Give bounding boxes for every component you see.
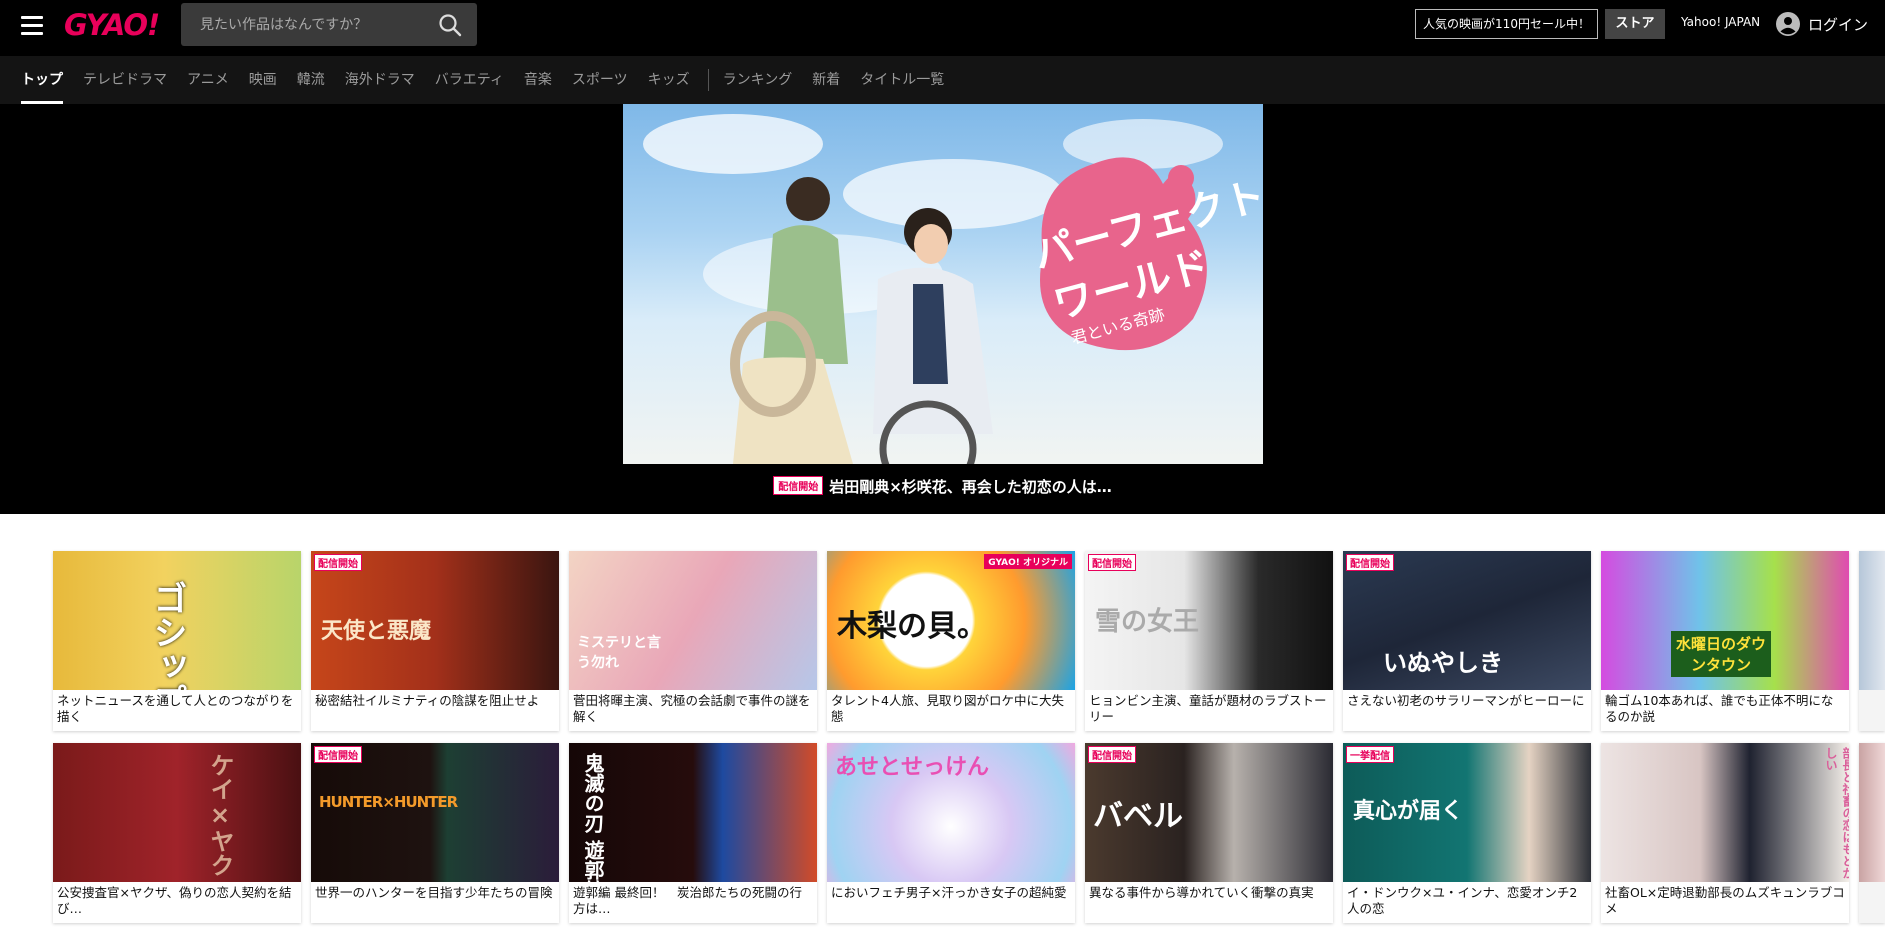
hero-caption-link[interactable]: 配信開始 岩田剛典×杉咲花、再会した初恋の人は… bbox=[0, 476, 1885, 497]
card-badge: 配信開始 bbox=[314, 554, 362, 571]
tab-top[interactable]: トップ bbox=[21, 56, 63, 104]
card-thumbnail: ゴシップ bbox=[53, 551, 301, 690]
content-card[interactable]: ゴシップ ネットニュースを通して人とのつながりを描く bbox=[53, 551, 301, 731]
store-button[interactable]: ストア bbox=[1605, 9, 1665, 39]
card-title: イ・ドンウク×ユ・インナ、恋愛オンチ2人の恋 bbox=[1347, 885, 1578, 916]
hero-section: パーフェクト ワールド 君といる奇跡 配信開始 岩田剛典×杉咲花、再会した初恋の人… bbox=[0, 104, 1885, 514]
tab-tv-drama[interactable]: テレビドラマ bbox=[83, 56, 167, 104]
content-card[interactable]: 部長と社畜の恋はもどかしい 社畜OL×定時退勤部長のムズキュンラブコメ bbox=[1601, 743, 1849, 923]
tab-anime[interactable]: アニメ bbox=[187, 56, 229, 104]
tab-variety[interactable]: バラエティ bbox=[435, 56, 504, 104]
content-card-partial[interactable] bbox=[1859, 743, 1885, 923]
tab-ranking[interactable]: ランキング bbox=[723, 56, 793, 104]
content-card[interactable]: ケイ×ヤク 公安捜査官×ヤクザ、偽りの恋人契約を結び… bbox=[53, 743, 301, 923]
content-card[interactable]: バベル 配信開始 異なる事件から導かれていく衝撃の真実 bbox=[1085, 743, 1333, 923]
card-title: 輪ゴム10本あれば、誰でも正体不明になるのか説 bbox=[1605, 693, 1834, 724]
hero-banner[interactable]: パーフェクト ワールド 君といる奇跡 bbox=[623, 104, 1263, 464]
card-title: 公安捜査官×ヤクザ、偽りの恋人契約を結び… bbox=[57, 885, 292, 916]
card-thumbnail: HUNTER×HUNTER 配信開始 bbox=[311, 743, 559, 882]
card-title: さえない初老のサラリーマンがヒーローに bbox=[1347, 693, 1585, 708]
card-title: 菅田将暉主演、究極の会話劇で事件の謎を解く bbox=[573, 693, 811, 724]
gyao-logo[interactable]: GYAO! bbox=[64, 8, 160, 42]
yahoo-japan-link[interactable]: Yahoo! JAPAN bbox=[1681, 15, 1760, 29]
card-title: 遊郭編 最終回！ 炭治郎たちの死闘の行方は… bbox=[573, 885, 802, 916]
card-thumbnail: バベル 配信開始 bbox=[1085, 743, 1333, 882]
card-badge: 配信開始 bbox=[1088, 554, 1136, 571]
category-nav: トップ テレビドラマ アニメ 映画 韓流 海外ドラマ バラエティ 音楽 スポーツ… bbox=[0, 56, 1885, 104]
tab-sports[interactable]: スポーツ bbox=[572, 56, 628, 104]
nav-divider bbox=[707, 69, 709, 91]
top-bar: GYAO! 人気の映画が110円セール中！ ストア Yahoo! JAPAN ロ… bbox=[0, 0, 1885, 56]
card-thumbnail: 部長と社畜の恋はもどかしい bbox=[1601, 743, 1849, 882]
user-icon bbox=[1776, 12, 1800, 36]
content-card[interactable]: HUNTER×HUNTER 配信開始 世界一のハンターを目指す少年たちの冒険 bbox=[311, 743, 559, 923]
card-thumbnail: 鬼滅の刃 遊郭編 bbox=[569, 743, 817, 882]
card-badge: 配信開始 bbox=[314, 746, 362, 763]
search-box bbox=[181, 3, 477, 46]
search-input[interactable] bbox=[181, 3, 421, 46]
tab-title-list[interactable]: タイトル一覧 bbox=[860, 56, 944, 104]
card-badge: 一挙配信 bbox=[1346, 746, 1394, 763]
card-title: 世界一のハンターを目指す少年たちの冒険 bbox=[315, 885, 553, 900]
card-thumbnail: 水曜日のダウンタウン bbox=[1601, 551, 1849, 690]
tab-kids[interactable]: キッズ bbox=[648, 56, 690, 104]
tab-new[interactable]: 新着 bbox=[812, 56, 840, 104]
content-card-partial[interactable] bbox=[1859, 551, 1885, 731]
card-badge: 配信開始 bbox=[1088, 746, 1136, 763]
hero-artwork: パーフェクト ワールド 君といる奇跡 bbox=[643, 114, 1263, 464]
sale-promo-link[interactable]: 人気の映画が110円セール中！ bbox=[1415, 9, 1598, 39]
search-icon[interactable] bbox=[437, 12, 463, 38]
content-card[interactable]: 雪の女王 配信開始 ヒョンビン主演、童話が題材のラブストーリー bbox=[1085, 551, 1333, 731]
hamburger-menu-icon[interactable] bbox=[21, 16, 43, 36]
hero-badge: 配信開始 bbox=[773, 476, 824, 495]
content-card[interactable]: あせとせっけん においフェチ男子×汗っかき女子の超純愛 bbox=[827, 743, 1075, 923]
card-title: 社畜OL×定時退勤部長のムズキュンラブコメ bbox=[1605, 885, 1845, 916]
card-title: ネットニュースを通して人とのつながりを描く bbox=[57, 693, 294, 724]
card-title: においフェチ男子×汗っかき女子の超純愛 bbox=[831, 885, 1067, 900]
card-badge: GYAO! オリジナル bbox=[984, 554, 1072, 569]
tab-music[interactable]: 音楽 bbox=[524, 56, 552, 104]
content-card[interactable]: いぬやしき 配信開始 さえない初老のサラリーマンがヒーローに bbox=[1343, 551, 1591, 731]
content-card[interactable]: 鬼滅の刃 遊郭編 遊郭編 最終回！ 炭治郎たちの死闘の行方は… bbox=[569, 743, 817, 923]
content-card[interactable]: 真心が届く 一挙配信 イ・ドンウク×ユ・インナ、恋愛オンチ2人の恋 bbox=[1343, 743, 1591, 923]
login-button[interactable]: ログイン bbox=[1776, 11, 1868, 37]
card-title: 異なる事件から導かれていく衝撃の真実 bbox=[1089, 885, 1314, 900]
card-title: ヒョンビン主演、童話が題材のラブストーリー bbox=[1089, 693, 1327, 724]
card-thumbnail: ケイ×ヤク bbox=[53, 743, 301, 882]
content-card[interactable]: 木梨の貝。 GYAO! オリジナル タレント4人旅、見取り図がロケ中に大失態 bbox=[827, 551, 1075, 731]
card-badge: 配信開始 bbox=[1346, 554, 1394, 571]
card-title: タレント4人旅、見取り図がロケ中に大失態 bbox=[831, 693, 1064, 724]
card-thumbnail: あせとせっけん bbox=[827, 743, 1075, 882]
content-card[interactable]: ミステリと言う勿れ 菅田将暉主演、究極の会話劇で事件の謎を解く bbox=[569, 551, 817, 731]
card-thumbnail: 雪の女王 配信開始 bbox=[1085, 551, 1333, 690]
card-thumbnail: 真心が届く 一挙配信 bbox=[1343, 743, 1591, 882]
card-title: 秘密結社イルミナティの陰謀を阻止せよ bbox=[315, 693, 540, 708]
content-card[interactable]: 水曜日のダウンタウン 輪ゴム10本あれば、誰でも正体不明になるのか説 bbox=[1601, 551, 1849, 731]
tab-korean[interactable]: 韓流 bbox=[297, 56, 325, 104]
card-thumbnail: 天使と悪魔 配信開始 bbox=[311, 551, 559, 690]
card-thumbnail: いぬやしき 配信開始 bbox=[1343, 551, 1591, 690]
card-thumbnail: ミステリと言う勿れ bbox=[569, 551, 817, 690]
login-label: ログイン bbox=[1808, 15, 1869, 34]
content-card[interactable]: 天使と悪魔 配信開始 秘密結社イルミナティの陰謀を阻止せよ bbox=[311, 551, 559, 731]
hero-caption-text: 岩田剛典×杉咲花、再会した初恋の人は… bbox=[829, 478, 1112, 496]
card-thumbnail: 木梨の貝。 GYAO! オリジナル bbox=[827, 551, 1075, 690]
tab-movie[interactable]: 映画 bbox=[249, 56, 277, 104]
tab-overseas-drama[interactable]: 海外ドラマ bbox=[345, 56, 415, 104]
nav-list: トップ テレビドラマ アニメ 映画 韓流 海外ドラマ バラエティ 音楽 スポーツ… bbox=[21, 56, 964, 104]
